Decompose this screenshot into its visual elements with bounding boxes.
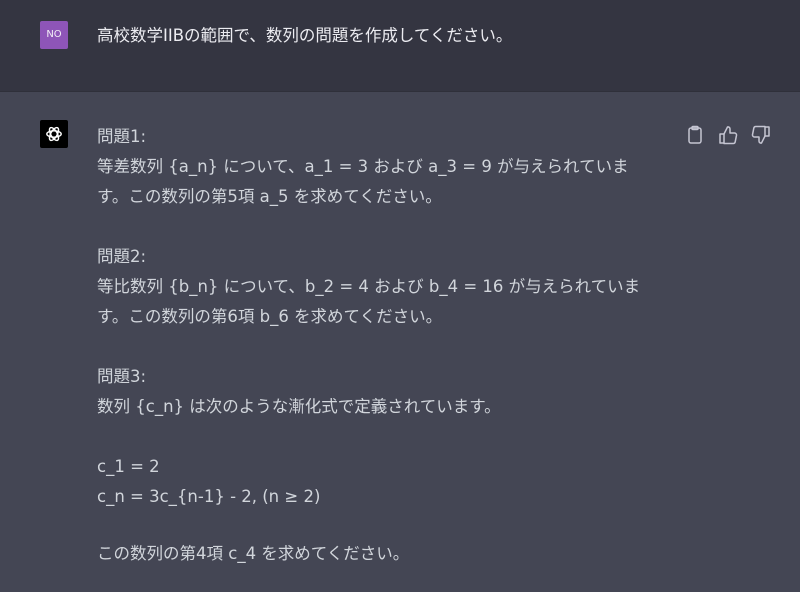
assistant-message-content: 問題1: 等差数列 {a_n} について、a_1 = 3 および a_3 = 9…	[97, 122, 677, 569]
copy-icon	[688, 125, 702, 144]
problem3-line1: 数列 {c_n} は次のような漸化式で定義されています。	[97, 397, 501, 416]
assistant-message-row: 問題1: 等差数列 {a_n} について、a_1 = 3 および a_3 = 9…	[0, 92, 800, 592]
thumbs-up-icon	[719, 126, 738, 145]
problem2-line2: す。この数列の第6項 b_6 を求めてください。	[97, 307, 443, 326]
assistant-avatar	[40, 120, 68, 148]
problem2-heading: 問題2:	[97, 247, 147, 266]
thumbs-down-icon	[751, 125, 770, 144]
problem3-formula2: c_n = 3c_{n-1} - 2, (n ≥ 2)	[97, 487, 321, 506]
problem1-heading: 問題1:	[97, 127, 147, 146]
problem3-formula1: c_1 = 2	[97, 457, 160, 476]
problem1-line1: 等差数列 {a_n} について、a_1 = 3 および a_3 = 9 が与えら…	[97, 157, 629, 176]
problem3-question: この数列の第4項 c_4 を求めてください。	[97, 544, 410, 563]
problem2-line1: 等比数列 {b_n} について、b_2 = 4 および b_4 = 16 が与え…	[97, 277, 641, 296]
openai-logo-icon	[46, 126, 62, 142]
user-message-row: NO 高校数学IIBの範囲で、数列の問題を作成してください。	[0, 0, 800, 92]
copy-button[interactable]	[684, 124, 706, 146]
user-avatar: NO	[40, 21, 68, 49]
thumbs-down-button[interactable]	[750, 124, 772, 146]
thumbs-up-button[interactable]	[717, 124, 739, 146]
problem1-line2: す。この数列の第5項 a_5 を求めてください。	[97, 187, 442, 206]
user-message-text: 高校数学IIBの範囲で、数列の問題を作成してください。	[97, 26, 513, 45]
problem3-heading: 問題3:	[97, 367, 147, 386]
